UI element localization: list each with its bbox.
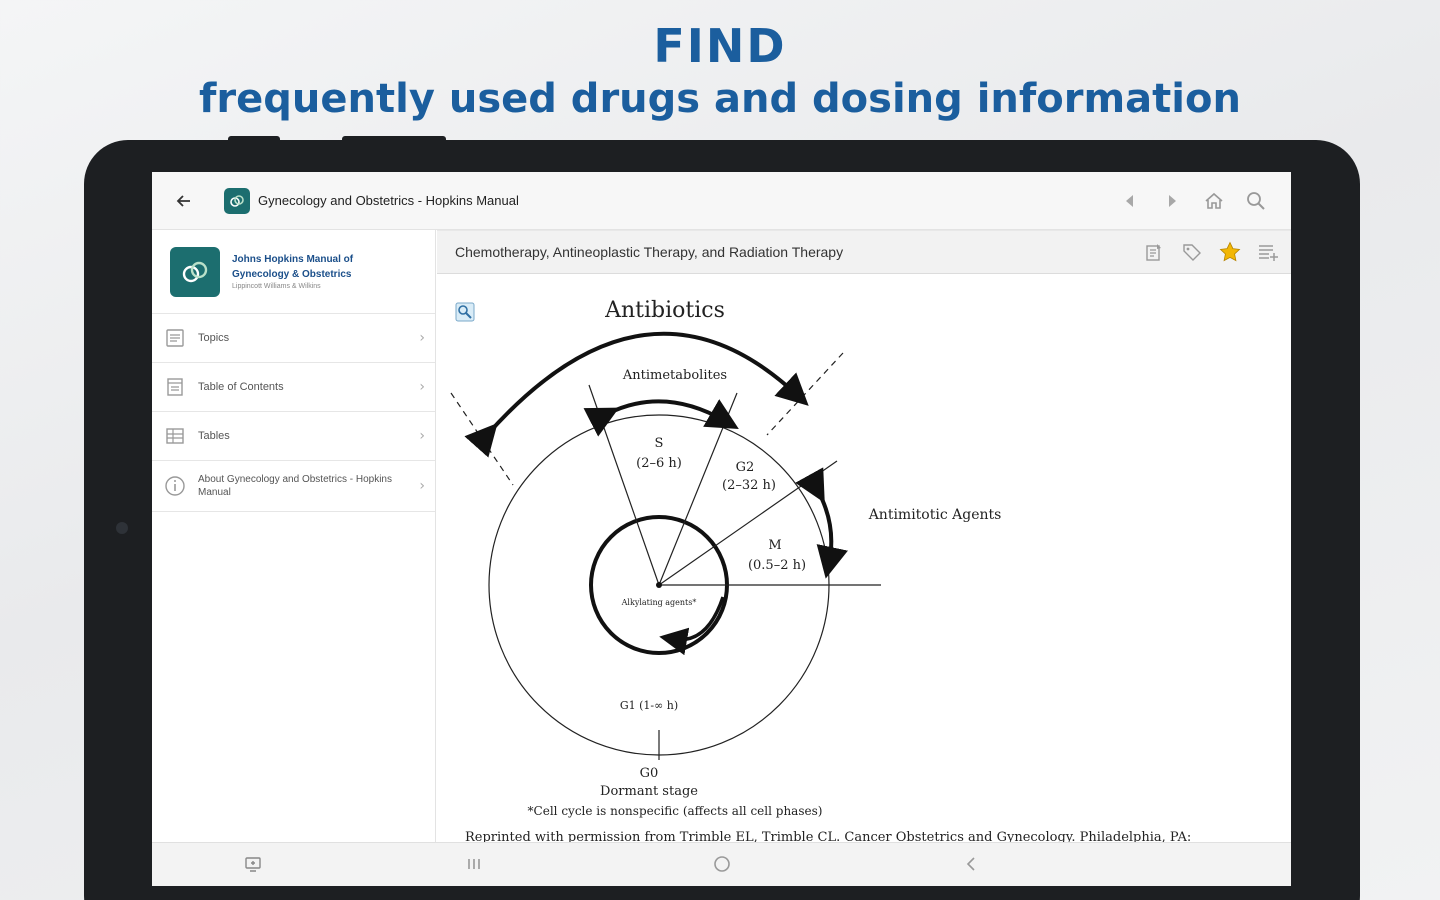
chevron-right-icon: ›: [419, 330, 425, 346]
antibiotics-boundary-left: [450, 392, 514, 486]
app-logo-icon: [224, 187, 250, 214]
back-chevron-icon[interactable]: [964, 855, 978, 877]
label-s-phase: S: [655, 436, 664, 451]
brand-line-2: Gynecology & Obstetrics: [232, 268, 352, 280]
antibiotics-arrow: [464, 331, 809, 458]
reprint-credit: Reprinted with permission from Trimble E…: [465, 830, 1191, 842]
antimetabolites-arrow: [583, 399, 739, 437]
app-bar: Gynecology and Obstetrics - Hopkins Manu…: [152, 172, 1291, 230]
section-title: Chemotherapy, Antineoplastic Therapy, an…: [455, 244, 844, 260]
system-nav-bar: [152, 842, 1291, 886]
next-icon[interactable]: [1151, 193, 1193, 209]
label-antimitotic: Antimitotic Agents: [868, 507, 1002, 523]
sidebar-item-tables[interactable]: Tables ›: [152, 412, 435, 461]
label-m-phase: M: [768, 538, 781, 553]
promo-headline: FIND frequently used drugs and dosing in…: [0, 18, 1440, 124]
content-pane: Chemotherapy, Antineoplastic Therapy, an…: [437, 230, 1291, 842]
cycle-center-dot: [656, 582, 662, 588]
sidebar-item-label: Topics: [198, 332, 230, 344]
app-title: Gynecology and Obstetrics - Hopkins Manu…: [258, 193, 519, 208]
label-antimetabolites: Antimetabolites: [622, 368, 727, 383]
star-icon[interactable]: [1211, 241, 1249, 263]
chevron-right-icon: ›: [419, 478, 425, 494]
home-icon[interactable]: [1193, 192, 1235, 210]
label-g2-duration: (2–32 h): [722, 478, 776, 493]
sidebar-item-label: Tables: [198, 430, 230, 442]
manual-logo-icon: [170, 246, 220, 297]
sidebar-item-about[interactable]: About Gynecology and Obstetrics - Hopkin…: [152, 461, 435, 512]
antibiotics-boundary-right: [766, 352, 844, 436]
label-dormant: Dormant stage: [600, 784, 698, 799]
back-arrow-icon[interactable]: [152, 192, 216, 210]
promo-subtitle: frequently used drugs and dosing informa…: [199, 76, 1241, 122]
brand-header: Johns Hopkins Manual of Gynecology & Obs…: [152, 230, 435, 314]
label-g2-phase: G2: [736, 460, 755, 475]
topics-icon: [164, 327, 186, 349]
label-s-duration: (2–6 h): [636, 456, 682, 471]
sidebar-item-topics[interactable]: Topics ›: [152, 314, 435, 363]
table-icon: [164, 425, 186, 447]
screenshot-icon[interactable]: [244, 855, 262, 877]
chevron-right-icon: ›: [419, 428, 425, 444]
info-icon: [164, 475, 186, 497]
add-list-icon[interactable]: [1249, 242, 1287, 262]
sidebar: Johns Hopkins Manual of Gynecology & Obs…: [152, 230, 436, 842]
home-circle-icon[interactable]: [713, 855, 731, 877]
label-g1: G1 (1-∞ h): [620, 699, 678, 712]
label-antibiotics: Antibiotics: [604, 298, 725, 323]
label-alkylating: Alkylating agents*: [621, 598, 697, 607]
prev-icon[interactable]: [1109, 193, 1151, 209]
tablet-screen: Gynecology and Obstetrics - Hopkins Manu…: [152, 172, 1291, 886]
brand-line-1: Johns Hopkins Manual of: [232, 253, 354, 265]
sidebar-item-label: About Gynecology and Obstetrics - Hopkin…: [198, 474, 392, 498]
label-m-duration: (0.5–2 h): [748, 558, 806, 573]
sidebar-item-table-of-contents[interactable]: Table of Contents ›: [152, 363, 435, 412]
content-header: Chemotherapy, Antineoplastic Therapy, an…: [437, 230, 1291, 274]
notes-icon[interactable]: [1135, 242, 1173, 262]
toc-icon: [164, 376, 186, 398]
tablet-camera: [116, 522, 128, 534]
cell-cycle-diagram: Antibiotics Antimetabolites S (2–6 h) G2…: [450, 298, 1191, 842]
search-icon[interactable]: [1235, 191, 1277, 211]
brand-publisher: Lippincott Williams & Wilkins: [232, 282, 321, 290]
antimitotic-arrow: [795, 467, 848, 579]
label-g0: G0: [640, 766, 659, 781]
chevron-right-icon: ›: [419, 379, 425, 395]
promo-title: FIND: [653, 19, 787, 73]
tag-icon[interactable]: [1173, 242, 1211, 262]
label-footnote: *Cell cycle is nonspecific (affects all …: [528, 804, 823, 818]
recents-icon[interactable]: [466, 855, 482, 877]
sidebar-item-label: Table of Contents: [198, 381, 284, 393]
